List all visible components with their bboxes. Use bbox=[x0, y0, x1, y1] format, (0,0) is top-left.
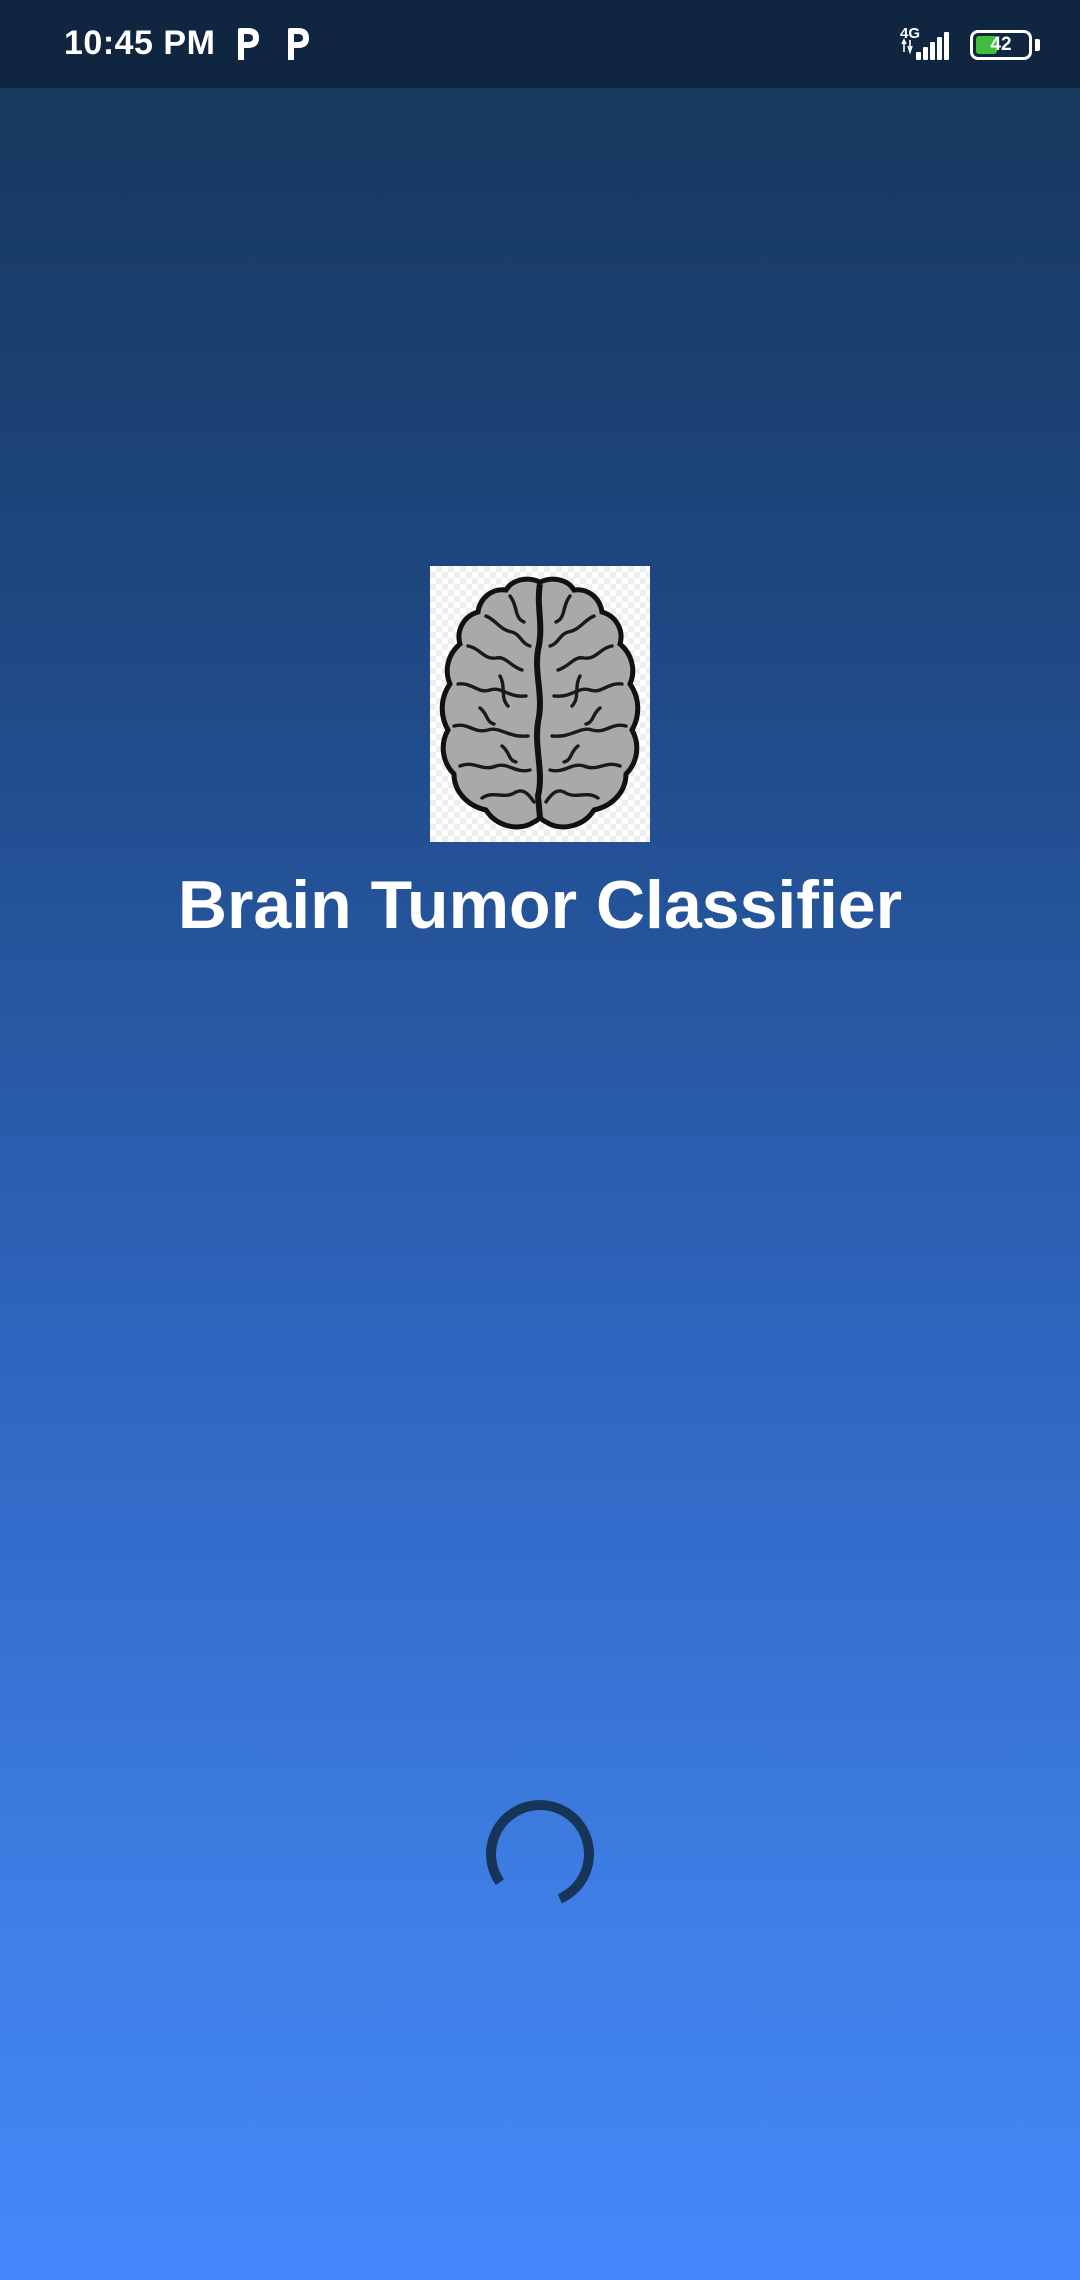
p-app-notification-icon bbox=[288, 28, 309, 60]
battery-cap bbox=[1035, 39, 1040, 51]
p-app-notification-icon bbox=[238, 28, 259, 60]
app-logo bbox=[430, 566, 650, 842]
status-time: 10:45 PM bbox=[64, 24, 216, 62]
battery-icon: 42 bbox=[970, 30, 1032, 60]
status-bar: 10:45 PM 4G 42 bbox=[0, 0, 1080, 88]
loading-spinner bbox=[486, 1800, 594, 1908]
splash-screen: 10:45 PM 4G 42 Brain Tumor Classifier bbox=[0, 0, 1080, 2280]
signal-strength-icon bbox=[901, 32, 949, 60]
brain-icon bbox=[439, 576, 641, 830]
battery-level: 42 bbox=[990, 34, 1012, 55]
app-title: Brain Tumor Classifier bbox=[177, 867, 903, 943]
